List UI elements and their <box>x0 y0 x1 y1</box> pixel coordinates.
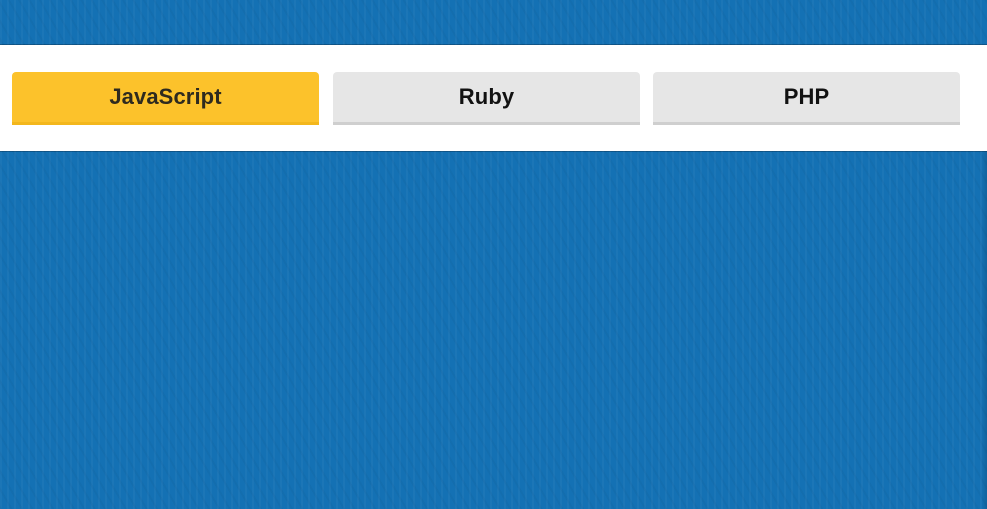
page-background: JavaScript Ruby PHP <box>0 0 987 509</box>
tab-label-php: PHP <box>783 84 830 109</box>
tab-javascript[interactable]: JavaScript <box>12 72 319 125</box>
tab-label-javascript: JavaScript <box>109 84 222 109</box>
tab-php[interactable]: PHP <box>653 72 960 125</box>
scrollbar-edge[interactable] <box>981 151 987 509</box>
tab-bar: JavaScript Ruby PHP <box>0 45 987 151</box>
tab-label-ruby: Ruby <box>458 84 515 109</box>
tab-ruby[interactable]: Ruby <box>333 72 640 125</box>
